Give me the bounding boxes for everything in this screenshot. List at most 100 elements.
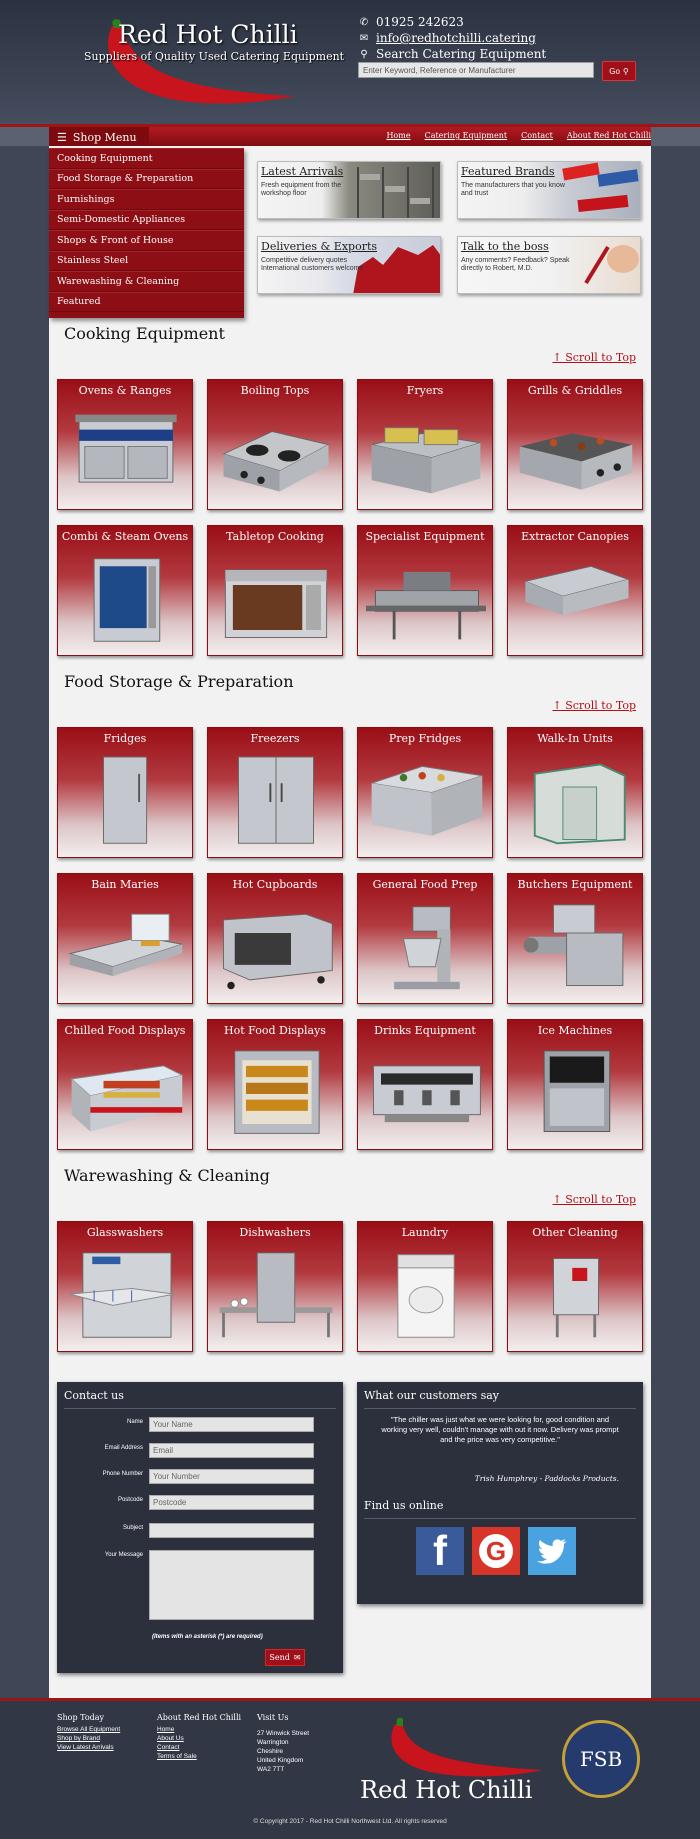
- menu-item-food-storage[interactable]: Food Storage & Preparation: [49, 168, 244, 189]
- shop-menu-button[interactable]: ☰ Shop Menu: [49, 127, 149, 147]
- promo-desc: Any comments? Feedback? Speak directly t…: [461, 257, 570, 272]
- category-tile-freezers[interactable]: Freezers: [207, 727, 343, 858]
- product-image: [366, 571, 486, 640]
- product-image: [70, 1065, 184, 1132]
- category-tile-chilled-food-displays[interactable]: Chilled Food Displays: [57, 1019, 193, 1150]
- message-label: Your Message: [104, 1552, 143, 1558]
- category-tile-bain-maries[interactable]: Bain Maries: [57, 873, 193, 1004]
- facebook-icon[interactable]: f: [416, 1527, 464, 1575]
- category-tile-laundry[interactable]: Laundry: [357, 1221, 493, 1352]
- promo-desc: Competitive delivery quotes Internationa…: [261, 257, 364, 272]
- promo-title[interactable]: Deliveries & Exports: [261, 240, 377, 253]
- search-input[interactable]: Enter Keyword, Reference or Manufacturer: [358, 62, 594, 78]
- scroll-to-top-link[interactable]: ↑ Scroll to Top: [552, 1193, 636, 1206]
- nav-catering-equipment[interactable]: Catering Equipment: [425, 131, 508, 140]
- postcode-field[interactable]: Postcode: [149, 1495, 314, 1510]
- phone-field[interactable]: Your Number: [149, 1469, 314, 1484]
- scroll-to-top-link[interactable]: ↑ Scroll to Top: [552, 699, 636, 712]
- scroll-to-top-link[interactable]: ↑ Scroll to Top: [552, 351, 636, 364]
- category-tile-extractor-canopies[interactable]: Extractor Canopies: [507, 525, 643, 656]
- category-tile-fryers[interactable]: Fryers: [357, 379, 493, 510]
- footer-link[interactable]: About Us: [157, 1734, 241, 1743]
- twitter-icon[interactable]: [528, 1527, 576, 1575]
- category-tile-dishwashers[interactable]: Dishwashers: [207, 1221, 343, 1352]
- category-tile-label: Fridges: [103, 732, 147, 745]
- menu-item-furnishings[interactable]: Furnishings: [49, 189, 244, 210]
- promo-featured-brands[interactable]: Featured Brands The manufacturers that y…: [457, 161, 641, 219]
- shop-menu-label: Shop Menu: [72, 130, 137, 144]
- footer-link[interactable]: Browse All Equipment: [57, 1725, 120, 1734]
- category-tile-hot-cupboards[interactable]: Hot Cupboards: [207, 873, 343, 1004]
- email-label: Email Address: [104, 1445, 143, 1451]
- divider: [364, 1408, 636, 1409]
- category-tile-drinks-equipment[interactable]: Drinks Equipment: [357, 1019, 493, 1150]
- subject-field[interactable]: [149, 1523, 314, 1538]
- footer-link[interactable]: Home: [157, 1725, 241, 1734]
- category-tile-walk-in-units[interactable]: Walk-In Units: [507, 727, 643, 858]
- nav-home[interactable]: Home: [386, 131, 410, 140]
- email-line[interactable]: ✉ info@redhotchilli.catering: [358, 31, 536, 45]
- message-field[interactable]: [149, 1550, 314, 1620]
- mail-icon: ✉: [293, 1653, 301, 1662]
- product-image: [93, 558, 161, 642]
- section-title-warewashing: Warewashing & Cleaning: [64, 1166, 270, 1185]
- category-tile-label: Walk-In Units: [537, 732, 613, 745]
- nav-contact[interactable]: Contact: [521, 131, 553, 140]
- testimonial-quote: "The chiller was just what we were looki…: [381, 1415, 619, 1444]
- phone-icon: ✆: [359, 16, 369, 28]
- email-link[interactable]: info@redhotchilli.catering: [376, 31, 536, 45]
- promo-latest-arrivals[interactable]: Latest Arrivals Fresh equipment from the…: [257, 161, 441, 219]
- category-tile-label: General Food Prep: [372, 878, 478, 891]
- menu-item-stainless[interactable]: Stainless Steel: [49, 250, 244, 271]
- category-tile-grills-griddles[interactable]: Grills & Griddles: [507, 379, 643, 510]
- promo-title[interactable]: Talk to the boss: [461, 240, 549, 253]
- footer-link[interactable]: Shop by Brand: [57, 1734, 120, 1743]
- address-line: United Kingdom: [257, 1757, 304, 1764]
- category-tile-boiling-tops[interactable]: Boiling Tops: [207, 379, 343, 510]
- category-tile-prep-fridges[interactable]: Prep Fridges: [357, 727, 493, 858]
- category-tile-label: Combi & Steam Ovens: [61, 530, 189, 543]
- category-tile-general-food-prep[interactable]: General Food Prep: [357, 873, 493, 1004]
- phone-line: ✆ 01925 242623: [358, 15, 464, 29]
- menu-item-featured[interactable]: Featured: [49, 291, 244, 312]
- product-image: [394, 906, 460, 990]
- product-image: [103, 756, 148, 844]
- category-tile-label: Specialist Equipment: [365, 530, 485, 543]
- category-tile-label: Laundry: [401, 1226, 449, 1239]
- footer-link[interactable]: Contact: [157, 1743, 241, 1752]
- menu-icon: ☰: [57, 130, 67, 144]
- promo-title[interactable]: Latest Arrivals: [261, 165, 343, 178]
- google-icon[interactable]: G: [472, 1527, 520, 1575]
- promo-title[interactable]: Featured Brands: [461, 165, 555, 178]
- category-tile-fridges[interactable]: Fridges: [57, 727, 193, 858]
- footer-link[interactable]: View Latest Arrivals: [57, 1743, 120, 1752]
- nav-about[interactable]: About Red Hot Chilli: [567, 131, 651, 140]
- email-field[interactable]: Email: [149, 1443, 314, 1458]
- menu-item-shops[interactable]: Shops & Front of House: [49, 230, 244, 251]
- category-tile-tabletop-cooking[interactable]: Tabletop Cooking: [207, 525, 343, 656]
- category-tile-specialist-equipment[interactable]: Specialist Equipment: [357, 525, 493, 656]
- divider: [364, 1518, 636, 1519]
- category-tile-glasswashers[interactable]: Glasswashers: [57, 1221, 193, 1352]
- category-tile-ice-machines[interactable]: Ice Machines: [507, 1019, 643, 1150]
- product-image: [223, 913, 333, 990]
- category-tile-ovens-ranges[interactable]: Ovens & Ranges: [57, 379, 193, 510]
- footer-link[interactable]: Terms of Sale: [157, 1752, 241, 1761]
- category-tile-butchers-equipment[interactable]: Butchers Equipment: [507, 873, 643, 1004]
- name-field[interactable]: Your Name: [149, 1417, 314, 1432]
- menu-item-warewashing[interactable]: Warewashing & Cleaning: [49, 271, 244, 292]
- fsb-badge-text: FSB: [579, 1747, 623, 1771]
- menu-item-semi-domestic[interactable]: Semi-Domestic Appliances: [49, 209, 244, 230]
- promo-deliveries[interactable]: Deliveries & Exports Competitive deliver…: [257, 236, 441, 294]
- send-button[interactable]: Send ✉: [265, 1649, 305, 1666]
- promo-talk-to-boss[interactable]: Talk to the boss Any comments? Feedback?…: [457, 236, 641, 294]
- category-tile-other-cleaning[interactable]: Other Cleaning: [507, 1221, 643, 1352]
- product-image: [69, 1252, 175, 1338]
- category-tile-combi-steam-ovens[interactable]: Combi & Steam Ovens: [57, 525, 193, 656]
- menu-item-cooking[interactable]: Cooking Equipment: [49, 148, 244, 169]
- section-title-cooking: Cooking Equipment: [64, 324, 225, 343]
- site-title[interactable]: Red Hot Chilli: [118, 20, 298, 49]
- search-button[interactable]: Go ⚲: [602, 61, 636, 81]
- contact-title: Contact us: [64, 1389, 124, 1402]
- category-tile-hot-food-displays[interactable]: Hot Food Displays: [207, 1019, 343, 1150]
